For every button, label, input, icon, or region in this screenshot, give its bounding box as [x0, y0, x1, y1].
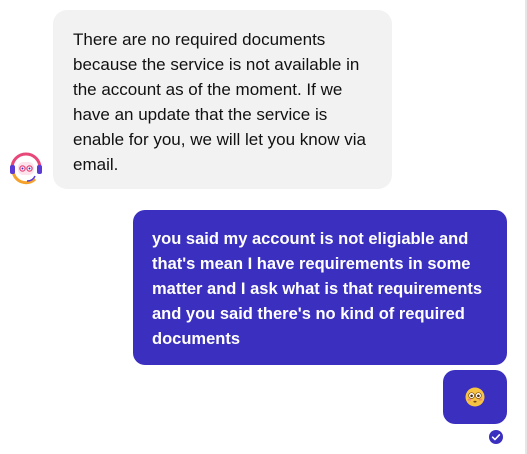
read-check-icon — [489, 430, 503, 444]
incoming-message-text: There are no required documents because … — [73, 30, 366, 174]
flushed-face-emoji-icon — [465, 387, 485, 407]
outgoing-message-bubble: you said my account is not eligiable and… — [133, 210, 507, 365]
read-receipt — [489, 430, 503, 444]
outgoing-message-text: you said my account is not eligiable and… — [152, 230, 483, 348]
support-agent-headset-icon — [10, 152, 42, 185]
outgoing-emoji-bubble — [443, 370, 507, 424]
agent-avatar[interactable] — [8, 150, 44, 186]
incoming-message-bubble: There are no required documents because … — [53, 10, 392, 189]
